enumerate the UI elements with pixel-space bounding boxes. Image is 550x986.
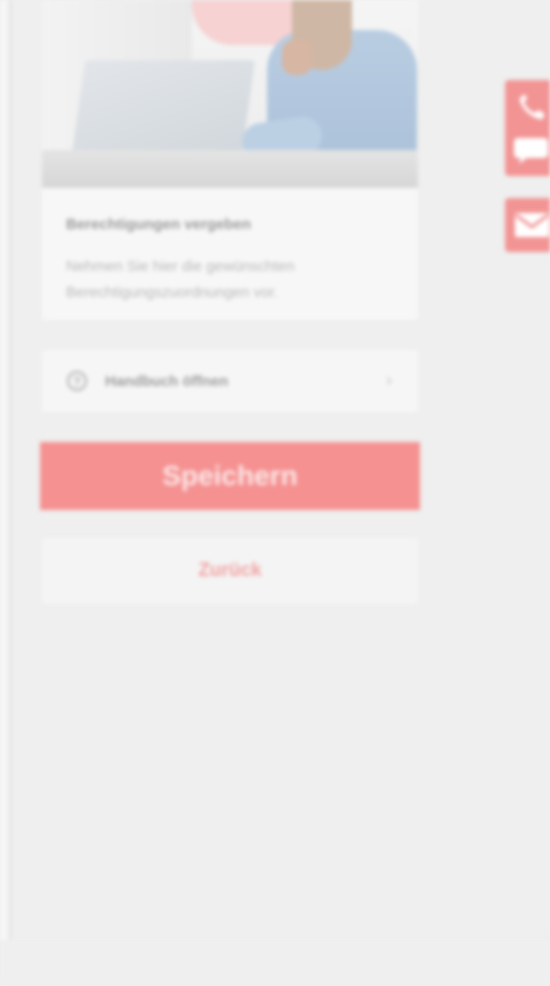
card-description: Nehmen Sie hier die gewünschten Berechti… [66, 258, 295, 301]
side-contact-tab[interactable] [505, 80, 550, 176]
save-button[interactable]: Speichern [40, 442, 420, 510]
side-mail-tab[interactable] [505, 198, 550, 252]
card-title: Berechtigungen vergeben [66, 216, 252, 233]
bottom-area [0, 940, 550, 986]
chat-icon[interactable] [513, 136, 550, 166]
card-image [42, 0, 418, 188]
help-circle-icon: ? [67, 371, 87, 391]
app-viewport: Berechtigungen vergeben Nehmen Sie hier … [0, 0, 550, 986]
permissions-card[interactable]: Berechtigungen vergeben Nehmen Sie hier … [42, 0, 418, 320]
open-manual-row[interactable]: ? Handbuch öffnen › [42, 350, 418, 412]
mail-icon[interactable] [514, 212, 550, 238]
phone-icon[interactable] [515, 92, 549, 122]
left-panel-edge [0, 0, 11, 940]
chevron-right-icon: › [386, 370, 392, 390]
image-hand [282, 40, 312, 75]
open-manual-label: Handbuch öffnen [105, 372, 229, 390]
image-desk [42, 150, 418, 188]
back-button[interactable]: Zurück [42, 538, 418, 604]
